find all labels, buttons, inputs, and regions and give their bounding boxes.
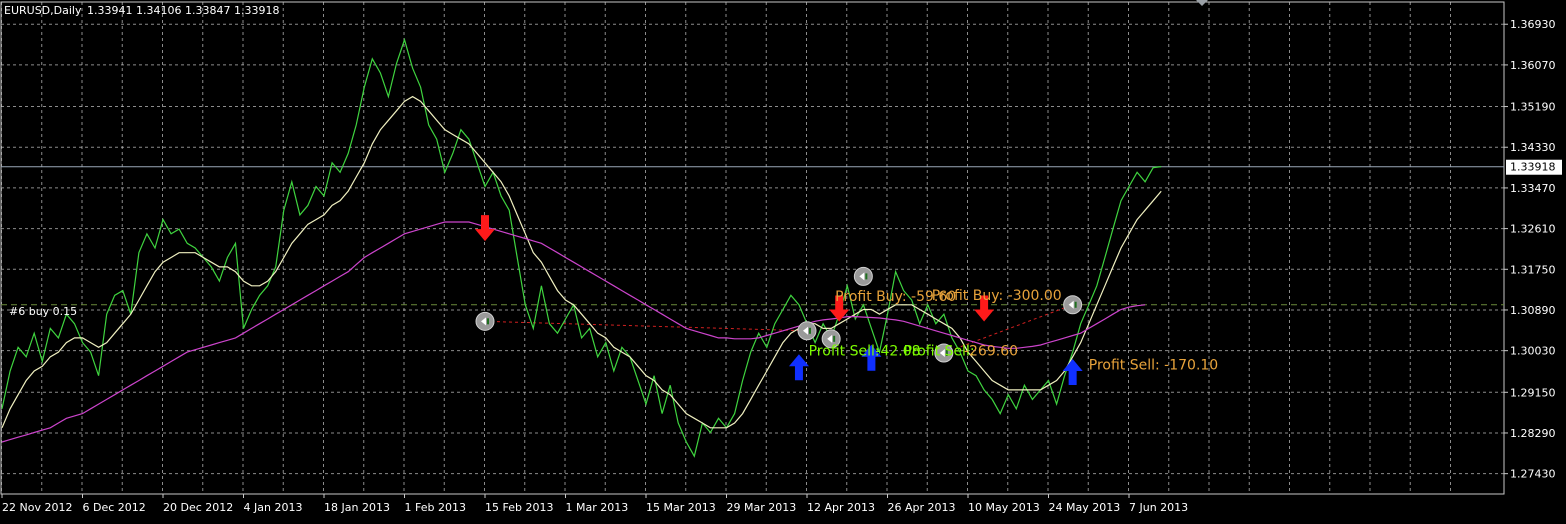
x-tick-label: 6 Dec 2012 <box>83 501 146 514</box>
trade-marker-icon-bar <box>865 273 868 280</box>
chart-background <box>0 0 1566 524</box>
x-tick-label: 15 Mar 2013 <box>646 501 716 514</box>
y-tick-label: 1.29150 <box>1510 386 1556 399</box>
y-tick-label: 1.32610 <box>1510 223 1556 236</box>
price-chart[interactable]: Profit Buy: -59.60Profit Buy: -300.00Pro… <box>0 0 1566 524</box>
trade-annotation: Profit Buy: -300.00 <box>932 288 1062 304</box>
x-tick-label: 7 Jun 2013 <box>1129 501 1188 514</box>
y-tick-label: 1.30890 <box>1510 304 1556 317</box>
y-tick-label: 1.33470 <box>1510 182 1556 195</box>
current-price-label: 1.33918 <box>1510 161 1556 174</box>
x-tick-label: 15 Feb 2013 <box>485 501 553 514</box>
y-tick-label: 1.34330 <box>1510 141 1556 154</box>
y-tick-label: 1.27430 <box>1510 468 1556 481</box>
x-tick-label: 4 Jan 2013 <box>244 501 303 514</box>
trade-annotation: Profit Sell: <box>809 343 880 359</box>
header-ohlc: 1.33941 1.34106 1.33847 1.33918 <box>87 4 279 17</box>
trade-annotation: Profit Sell: -170.10 <box>1089 358 1218 374</box>
x-tick-label: 12 Apr 2013 <box>807 501 875 514</box>
trade-marker[interactable] <box>853 266 873 286</box>
x-tick-label: 10 May 2013 <box>968 501 1040 514</box>
trade-marker-icon-bar <box>809 327 811 334</box>
trade-marker-icon-bar <box>487 318 489 325</box>
x-tick-label: 1 Mar 2013 <box>566 501 629 514</box>
y-tick-label: 1.28290 <box>1510 427 1556 440</box>
header-symbol: EURUSD,Daily <box>4 4 82 17</box>
x-tick-label: 20 Dec 2012 <box>163 501 233 514</box>
y-tick-label: 1.36070 <box>1510 59 1556 72</box>
trade-marker[interactable] <box>797 321 817 341</box>
x-tick-label: 24 May 2013 <box>1049 501 1121 514</box>
x-tick-label: 26 Apr 2013 <box>888 501 956 514</box>
x-tick-label: 18 Jan 2013 <box>324 501 390 514</box>
trade-marker-icon-bar <box>1074 301 1077 308</box>
trade-marker[interactable] <box>475 311 495 331</box>
x-tick-label: 29 Mar 2013 <box>727 501 797 514</box>
x-tick-label: 1 Feb 2013 <box>405 501 466 514</box>
trade-marker[interactable] <box>1063 295 1083 315</box>
y-tick-label: 1.35190 <box>1510 101 1556 114</box>
trade-marker-icon-bar <box>833 335 836 342</box>
y-tick-label: 1.36930 <box>1510 18 1556 31</box>
y-tick-label: 1.30030 <box>1510 345 1556 358</box>
y-tick-label: 1.31750 <box>1510 263 1556 276</box>
order-line-label: #6 buy 0.15 <box>9 305 77 318</box>
x-tick-label: 22 Nov 2012 <box>2 501 72 514</box>
trade-annotation: -269.60 <box>964 343 1018 359</box>
current-price-tag: 1.33918 <box>1506 159 1562 175</box>
